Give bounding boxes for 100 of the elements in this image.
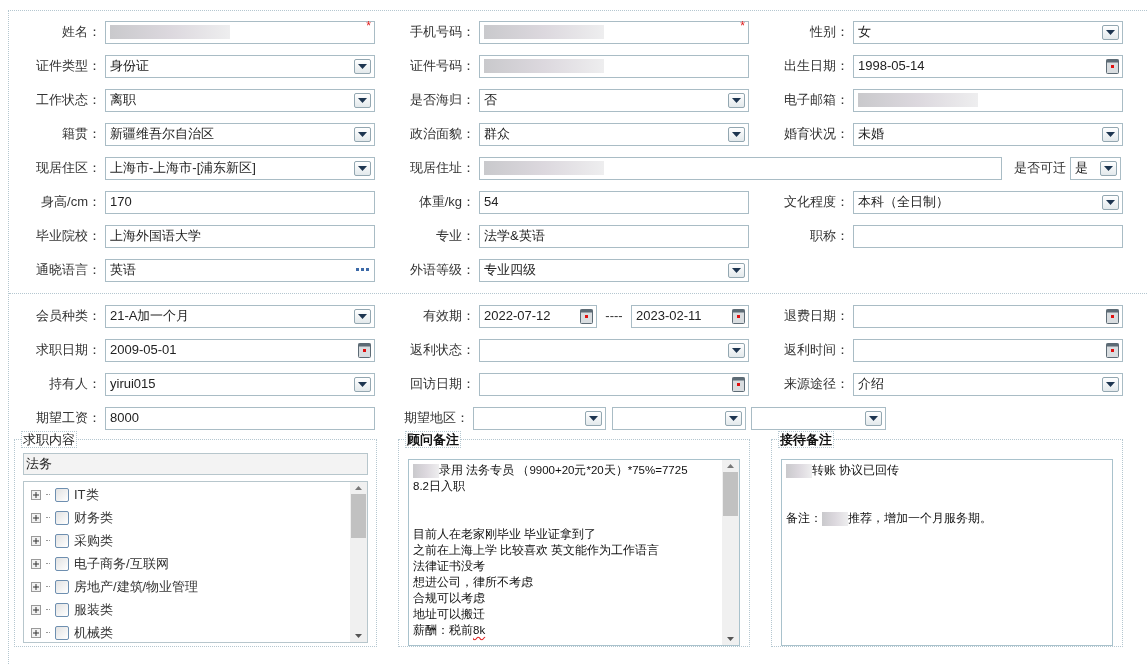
input-field[interactable] [853,88,1123,112]
dropdown-button[interactable] [728,92,745,108]
dropdown-button[interactable] [1102,194,1119,210]
checkbox[interactable] [55,556,69,571]
input-field[interactable]: 上海外国语大学 [105,224,375,248]
dropdown-button[interactable] [1102,24,1119,40]
tree-item[interactable]: 电子商务/互联网 [74,553,169,574]
dropdown-button[interactable] [865,410,882,426]
field-label: 政治面貌： [409,125,476,144]
input-field[interactable]: 8000 [105,406,375,430]
scrollbar[interactable] [722,460,739,645]
note-text: 转账 协议已回传 [812,463,900,479]
field-label: 外语等级： [409,261,476,280]
select-field[interactable]: 否 [479,88,749,112]
select-field[interactable]: 女 [853,20,1123,44]
input-field[interactable] [479,54,749,78]
select-field[interactable]: 21-A加一个月 [105,304,375,328]
input-field[interactable]: 170 [105,190,375,214]
field-label: 姓名： [61,23,102,42]
checkbox[interactable] [55,487,69,502]
date-field[interactable] [853,338,1123,362]
dropdown-button[interactable] [1102,376,1119,392]
dropdown-button[interactable] [728,262,745,278]
tree-item[interactable]: 服装类 [74,599,113,620]
expand-icon[interactable] [31,581,41,592]
dropdown-button[interactable] [354,308,371,324]
dropdown-button[interactable] [354,92,371,108]
dropdown-button[interactable] [1100,160,1117,176]
notes-field[interactable]: 转账 协议已回传 备注： 推荐，增加一个月服务期。 [781,459,1113,646]
select-field[interactable] [479,338,749,362]
tree-item[interactable]: 采购类 [74,530,113,551]
checkbox[interactable] [55,510,69,525]
calendar-icon[interactable] [1106,58,1119,74]
select-field[interactable]: 本科（全日制） [853,190,1123,214]
expand-icon[interactable] [31,535,41,546]
dropdown-button[interactable] [1102,126,1119,142]
dropdown-button[interactable] [725,410,742,426]
date-field[interactable]: 2022-07-12 [479,304,597,328]
dropdown-button[interactable] [354,58,371,74]
date-field[interactable] [853,304,1123,328]
checkbox[interactable] [55,533,69,548]
scroll-thumb[interactable] [723,472,738,516]
dropdown-button[interactable] [585,410,602,426]
calendar-icon[interactable] [580,308,593,324]
scroll-thumb[interactable] [351,494,366,538]
notes-field[interactable]: 录用 法务专员 （9900+20元*20天）*75%=7725 8.2日入职 目前人在老家刚毕业 毕业证拿到了 之前在上海上学 比较喜欢 英文能作为工作语言 法律证书没考 想进公司，律所不考虑 合规可以考虑 地址可以搬迁 薪酬：税前8k [408,459,740,646]
calendar-icon[interactable] [358,342,371,358]
caret-icon [732,131,741,137]
calendar-icon[interactable] [1106,308,1119,324]
checkbox[interactable] [55,579,69,594]
tree-item[interactable]: 机械类 [74,622,113,642]
checkbox[interactable] [55,602,69,617]
calendar-icon[interactable] [732,308,745,324]
select-field[interactable]: 上海市-上海市-[浦东新区] [105,156,375,180]
input-field[interactable]: 英语 [105,258,375,282]
select-field[interactable]: 身份证 [105,54,375,78]
input-field[interactable]: 法学&英语 [479,224,749,248]
dropdown-button[interactable] [354,126,371,142]
select-field[interactable]: 未婚 [853,122,1123,146]
field-label: 职称： [809,227,850,246]
select-field[interactable]: 新疆维吾尔自治区 [105,122,375,146]
calendar-icon[interactable] [1106,342,1119,358]
select-field[interactable]: yirui015 [105,372,375,396]
calendar-icon[interactable] [732,376,745,392]
select-field[interactable]: 群众 [479,122,749,146]
select-field[interactable] [473,406,606,430]
expand-icon[interactable] [31,512,41,523]
more-icon[interactable] [356,268,370,272]
dropdown-button[interactable] [728,126,745,142]
expand-icon[interactable] [31,489,41,500]
tree-item[interactable]: 财务类 [74,507,113,528]
select-field[interactable]: 介绍 [853,372,1123,396]
date-field[interactable] [479,372,749,396]
input-field[interactable]: * [105,20,375,44]
expand-icon[interactable] [31,558,41,569]
select-field[interactable]: 专业四级 [479,258,749,282]
tree-item[interactable]: IT类 [74,484,99,505]
field-label: 是否可迁 [1013,159,1067,178]
input-field[interactable]: * [479,20,749,44]
checkbox[interactable] [55,625,69,640]
panel-title: 求职内容 [21,431,77,448]
select-field[interactable]: 离职 [105,88,375,112]
input-field[interactable] [479,156,1002,180]
dropdown-button[interactable] [354,376,371,392]
expand-icon[interactable] [31,627,41,638]
select-field[interactable]: 是 [1070,156,1121,180]
scrollbar[interactable] [350,482,367,642]
date-field[interactable]: 1998-05-14 [853,54,1123,78]
select-field[interactable] [612,406,746,430]
input-field[interactable]: 54 [479,190,749,214]
date-field[interactable]: 2009-05-01 [105,338,375,362]
date-field[interactable]: 2023-02-11 [631,304,749,328]
dropdown-button[interactable] [354,160,371,176]
input-field[interactable] [853,224,1123,248]
field-label: 返利状态： [409,341,476,360]
input-field[interactable]: 法务 [23,453,368,475]
tree-item[interactable]: 房地产/建筑/物业管理 [74,576,199,597]
dropdown-button[interactable] [728,342,745,358]
expand-icon[interactable] [31,604,41,615]
select-field[interactable] [751,406,886,430]
